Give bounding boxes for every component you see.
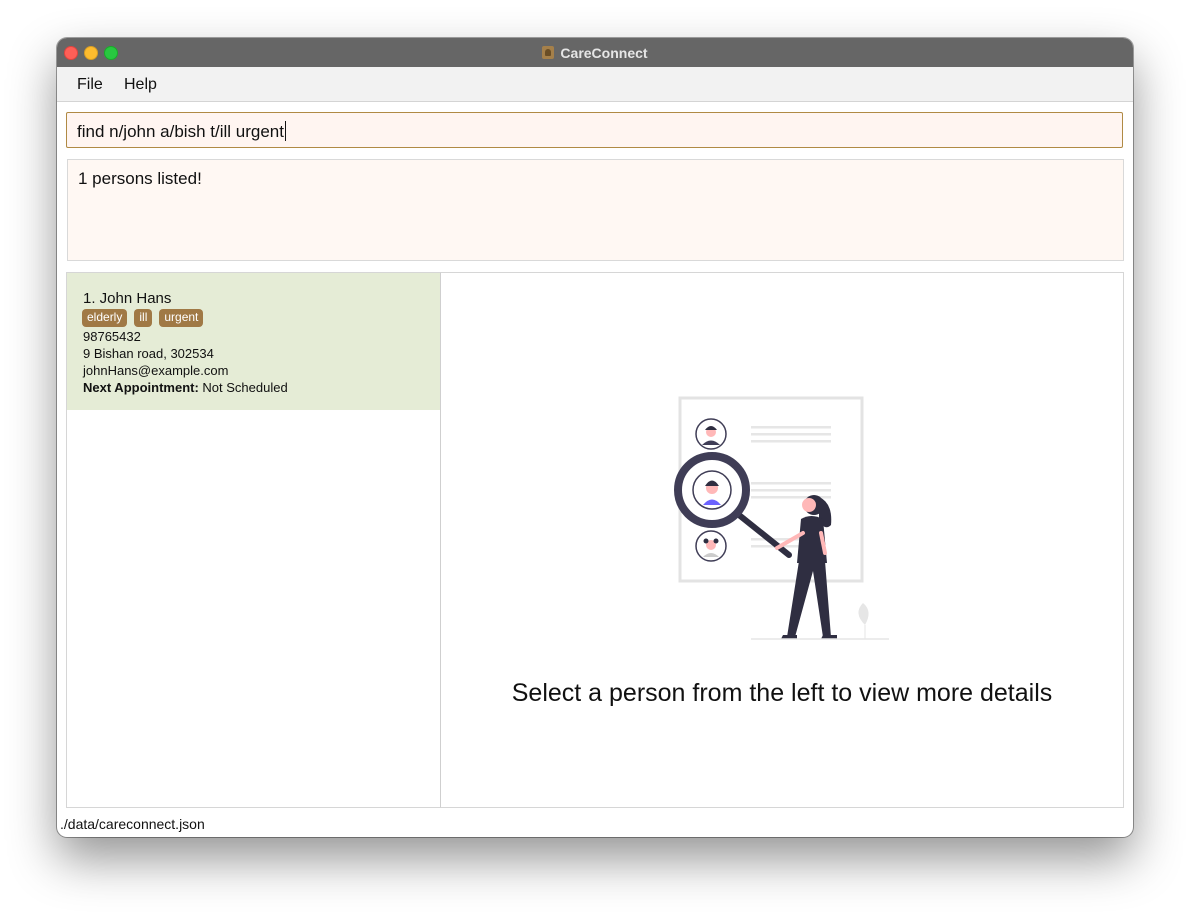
menu-help[interactable]: Help xyxy=(124,76,157,94)
status-bar-path: ./data/careconnect.json xyxy=(60,816,205,832)
person-name: 1. John Hans xyxy=(83,290,172,307)
result-message: 1 persons listed! xyxy=(78,169,202,188)
appointment-value: Not Scheduled xyxy=(202,380,288,395)
result-display: 1 persons listed! xyxy=(67,159,1124,261)
person-email: johnHans@example.com xyxy=(83,363,229,378)
person-tags: elderly ill urgent xyxy=(82,309,204,327)
tag-ill: ill xyxy=(134,309,153,327)
menu-bar: File Help xyxy=(57,67,1133,102)
title-bar: CareConnect xyxy=(57,38,1133,68)
tag-urgent: urgent xyxy=(159,309,204,327)
command-value: find n/john a/bish t/ill urgent xyxy=(77,122,284,141)
app-icon xyxy=(542,46,555,59)
person-card[interactable]: 1. John Hans elderly ill urgent 98765432… xyxy=(67,273,440,410)
window-title-group: CareConnect xyxy=(57,38,1133,67)
appointment-label: Next Appointment: xyxy=(83,380,199,395)
text-caret xyxy=(284,121,286,141)
menu-file[interactable]: File xyxy=(77,76,103,94)
command-input[interactable]: find n/john a/bish t/ill urgent xyxy=(66,112,1123,148)
person-address: 9 Bishan road, 302534 xyxy=(83,346,214,361)
window-title: CareConnect xyxy=(560,44,648,61)
command-text: find n/john a/bish t/ill urgent xyxy=(77,121,286,142)
app-window: CareConnect File Help find n/john a/bish… xyxy=(57,38,1133,837)
search-people-illustration xyxy=(674,396,889,640)
tag-elderly: elderly xyxy=(82,309,128,327)
person-detail-panel: Select a person from the left to view mo… xyxy=(440,272,1124,808)
person-appointment: Next Appointment: Not Scheduled xyxy=(83,380,288,395)
detail-placeholder-text: Select a person from the left to view mo… xyxy=(511,679,1053,707)
person-phone: 98765432 xyxy=(83,329,141,344)
person-list-panel[interactable]: 1. John Hans elderly ill urgent 98765432… xyxy=(66,272,441,808)
